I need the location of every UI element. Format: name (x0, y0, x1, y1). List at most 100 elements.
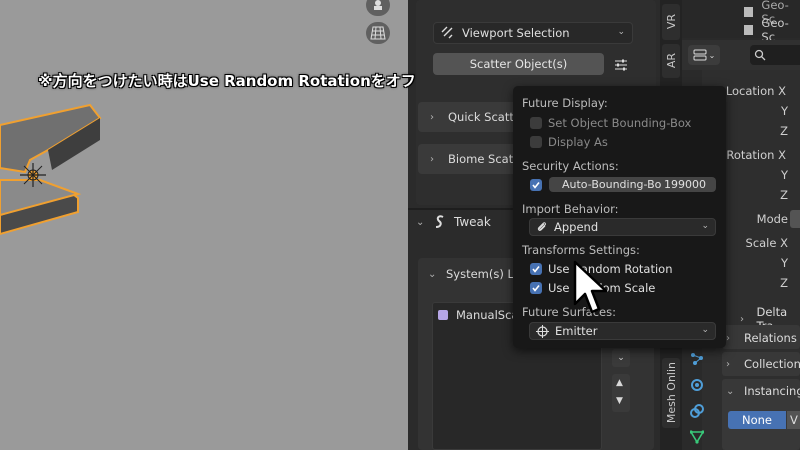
rotation-z-label: Z (780, 188, 788, 202)
transforms-heading: Transforms Settings: (522, 243, 640, 257)
grid-perspective-icon[interactable] (366, 22, 390, 44)
instancing-header[interactable]: ⌄ Instancing (726, 384, 800, 398)
chevron-down-icon: ⌄ (708, 50, 716, 60)
location-z-label: Z (780, 124, 788, 138)
import-behavior-dropdown[interactable]: Append ⌄ (529, 218, 716, 236)
collections-header[interactable]: › Collections (726, 357, 800, 371)
scatter-objects-label: Scatter Object(s) (469, 57, 568, 71)
chevron-down-icon: ⌄ (726, 385, 735, 397)
scatter-settings-popup: Future Display: Set Object Bounding-Box … (513, 86, 726, 348)
checkbox-off-icon (530, 117, 542, 129)
display-as-label: Display As (548, 135, 608, 149)
rotation-mode-label: Mode (756, 212, 788, 226)
checkbox-on-icon (530, 282, 542, 294)
set-bounding-box-label: Set Object Bounding-Box (548, 116, 692, 130)
scale-z-label: Z (780, 276, 788, 290)
checkbox-on-icon (530, 263, 542, 275)
3d-viewport[interactable] (0, 0, 408, 450)
biome-scatter-header[interactable]: › Biome Scatt (430, 152, 518, 166)
physics-icon[interactable] (690, 378, 704, 395)
scale-y-label: Y (780, 256, 788, 270)
surface-dropdown[interactable]: Emitter ⌄ (529, 322, 716, 340)
tab-mesh-online[interactable]: Mesh Onlin (662, 358, 680, 428)
future-display-heading: Future Display: (522, 96, 608, 110)
instancing-vertices-button[interactable]: V (787, 411, 800, 429)
checkmark-icon (532, 182, 540, 189)
systems-list-label: System(s) Li (446, 267, 518, 281)
mouse-pointer-icon (573, 260, 608, 314)
tab-label: Mesh Onlin (664, 362, 678, 424)
scatter-logo-icon (435, 215, 444, 228)
settings-sliders-icon[interactable] (611, 55, 631, 75)
vertices-button-label: V (790, 413, 798, 427)
data-icon[interactable] (689, 430, 705, 447)
chevron-down-icon: ⌄ (617, 27, 625, 37)
security-heading: Security Actions: (522, 159, 619, 173)
auto-bounding-checkbox[interactable] (530, 179, 542, 191)
tab-ar[interactable]: AR (662, 44, 680, 78)
set-bounding-box-checkbox[interactable]: Set Object Bounding-Box (530, 116, 691, 130)
system-color-icon (438, 310, 448, 320)
object-origin-icon (20, 163, 46, 187)
move-down-icon[interactable]: ▼ (616, 396, 623, 406)
chevron-right-icon: › (740, 313, 744, 325)
relations-header[interactable]: › Relations (726, 331, 797, 345)
properties-tab-column (682, 340, 705, 450)
biome-scatter-label: Biome Scatt (448, 152, 518, 166)
chevron-down-icon: ⌄ (701, 221, 709, 231)
tab-label: VR (664, 14, 678, 30)
tab-label: AR (664, 53, 678, 69)
selection-dropdown[interactable]: Viewport Selection ⌄ (433, 22, 633, 44)
list-item[interactable]: ManualSca (438, 308, 518, 322)
chevron-right-icon: › (726, 358, 730, 370)
import-behavior-value: Append (554, 220, 599, 234)
instancing-none-button[interactable]: None (728, 411, 786, 429)
move-up-icon[interactable]: ▲ (616, 378, 623, 388)
list-item-label: ManualSca (456, 308, 519, 322)
search-icon (754, 49, 766, 61)
scale-x-label: Scale X (745, 236, 788, 250)
chevron-right-icon: › (726, 332, 730, 344)
overlay-caption: ※方向をつけたい時はUse Random Rotationをオフ (38, 72, 416, 90)
rotation-mode-dropdown[interactable] (790, 210, 800, 228)
import-heading: Import Behavior: (522, 202, 619, 216)
checkbox-off-icon (530, 136, 542, 148)
location-x-label: Location X (725, 84, 786, 98)
collections-label: Collections (744, 357, 800, 371)
systems-list-header[interactable]: ⌄ System(s) Li (428, 267, 517, 281)
chevron-down-icon: ⌄ (428, 268, 437, 280)
constraints-icon[interactable] (690, 404, 704, 421)
instancing-label: Instancing (744, 384, 800, 398)
chevron-down-icon: ⌄ (701, 325, 709, 335)
display-as-checkbox[interactable]: Display As (530, 135, 608, 149)
emitter-crosshair-icon (536, 324, 549, 338)
properties-editor-icon (693, 49, 707, 61)
editor-type-dropdown[interactable]: ⌄ (688, 45, 720, 65)
auto-bounding-label: Auto-Bounding-Bo (562, 178, 662, 191)
cursor-select-icon (441, 26, 453, 39)
quick-scatter-header[interactable]: › Quick Scatte (430, 110, 521, 124)
tweak-header[interactable]: ⌄ Tweak (416, 215, 491, 229)
auto-bounding-field[interactable]: Auto-Bounding-Bo 199000 (549, 177, 716, 192)
location-y-label: Y (780, 104, 788, 118)
tab-vr[interactable]: VR (662, 4, 680, 40)
auto-bounding-value: 199000 (664, 178, 706, 191)
scatter-objects-button[interactable]: Scatter Object(s) (433, 53, 604, 75)
expand-chevron-icon[interactable]: ⌄ (612, 349, 630, 367)
chevron-right-icon: › (430, 153, 434, 165)
rotation-x-label: Rotation X (726, 148, 786, 162)
none-button-label: None (741, 413, 772, 427)
collection-icon (744, 25, 754, 35)
search-input[interactable] (750, 45, 800, 65)
quick-scatter-label: Quick Scatte (448, 110, 521, 124)
paperclip-icon (537, 222, 546, 231)
chevron-down-icon: ⌄ (416, 216, 425, 228)
chevron-right-icon: › (430, 111, 434, 123)
particles-icon[interactable] (690, 352, 704, 369)
tweak-label: Tweak (454, 215, 491, 229)
relations-label: Relations (744, 331, 797, 345)
surface-value: Emitter (555, 324, 598, 338)
selection-dropdown-label: Viewport Selection (462, 26, 570, 40)
rotation-y-label: Y (780, 168, 788, 182)
viewport-scene (0, 103, 102, 236)
